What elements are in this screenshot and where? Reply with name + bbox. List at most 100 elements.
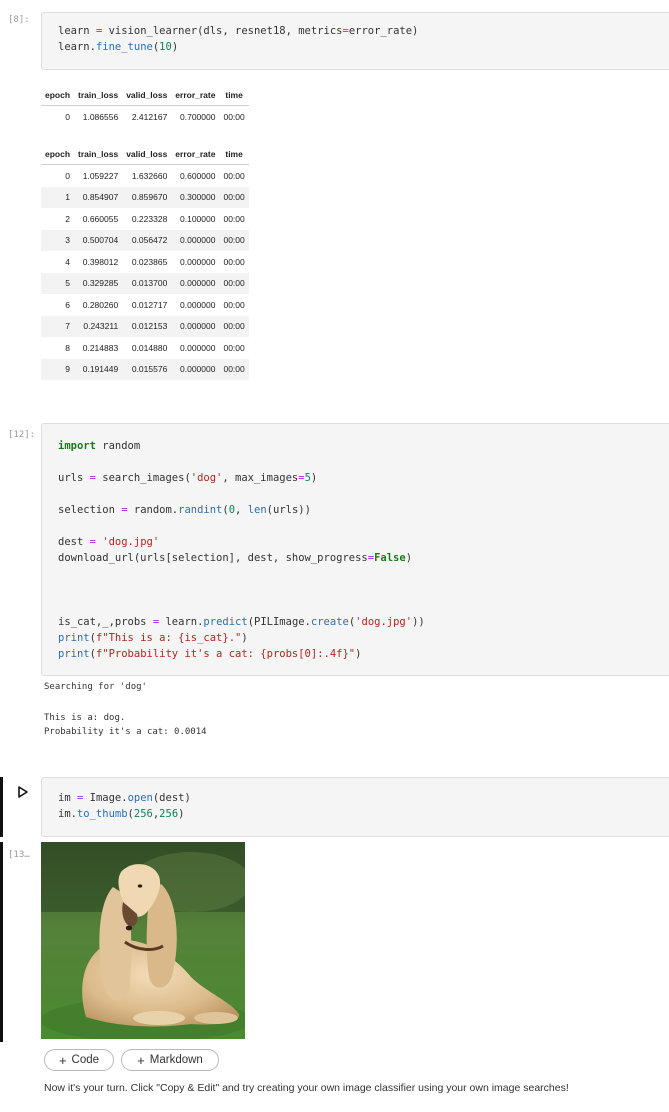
table-cell: 4: [65, 256, 71, 267]
output-text: Searching for 'dog': [44, 682, 147, 692]
table-cell: 0.223328: [131, 213, 168, 224]
table-cell: 0.000000: [171, 358, 220, 380]
table-cell: 00:00: [223, 213, 245, 224]
cell-prompt: [13…: [8, 850, 30, 860]
add-code-label: Code: [71, 1054, 100, 1066]
col-header: error_rate: [171, 144, 220, 165]
table-cell: 0.056472: [122, 229, 172, 251]
output-text: Probability it's a cat: 0.0014: [44, 727, 207, 737]
table-cell: 1.632660: [131, 170, 168, 181]
table-cell: 0.600000: [180, 170, 216, 181]
col-header: epoch: [41, 85, 75, 106]
add-markdown-label: Markdown: [149, 1054, 203, 1066]
table-cell: 0: [65, 170, 71, 181]
col-header: error_rate: [171, 85, 220, 106]
table-row: 7 0.243211 0.012153 0.000000 00:00: [41, 315, 249, 337]
code-line: download_url(urls[selection], dest, show…: [58, 552, 413, 564]
table-cell: 1.086556: [82, 111, 119, 122]
plus-icon: +: [58, 1052, 67, 1068]
code-cell-13[interactable]: im = Image.open(dest) im.to_thumb(256,25…: [41, 777, 669, 837]
table-row: 2 0.660055 0.223328 0.100000 00:00: [41, 208, 249, 230]
code-line: im = Image.open(dest): [58, 792, 191, 804]
table-cell: 0.000000: [171, 229, 220, 251]
table-cell: 00:00: [223, 170, 245, 181]
code-line: print(f"Probability it's a cat: {probs[0…: [58, 648, 362, 660]
active-output-indicator: [0, 842, 3, 1042]
table-cell: 00:00: [219, 229, 249, 251]
code-line: learn = vision_learner(dls, resnet18, me…: [58, 25, 419, 37]
table-cell: 0.014880: [131, 342, 168, 353]
table-cell: 00:00: [219, 272, 249, 294]
col-header: valid_loss: [122, 85, 172, 106]
table-cell: 00:00: [223, 256, 245, 267]
table-cell: 00:00: [219, 186, 249, 208]
table-cell: 0.243211: [74, 315, 123, 337]
table-cell: 0.700000: [180, 111, 216, 122]
code-line: learn.fine_tune(10): [58, 41, 179, 53]
table-cell: 0.000000: [171, 315, 220, 337]
code-line: print(f"This is a: {is_cat}."): [58, 632, 248, 644]
table-cell: 00:00: [223, 111, 245, 122]
cell-prompt: [8]:: [8, 15, 30, 25]
col-header: valid_loss: [122, 144, 172, 165]
table-cell: 7: [41, 315, 75, 337]
table-cell: 3: [41, 229, 75, 251]
table-cell: 0.012153: [122, 315, 172, 337]
table-row: 0 1.059227 1.632660 0.600000 00:00: [41, 165, 249, 187]
active-cell-indicator: [0, 777, 3, 837]
plus-icon: +: [137, 1052, 145, 1068]
table-cell: 0.000000: [171, 272, 220, 294]
code-cell-12[interactable]: import random urls = search_images('dog'…: [41, 423, 669, 676]
code-line: dest = 'dog.jpg': [58, 536, 160, 548]
table-cell: 0.191449: [74, 358, 123, 380]
code-line: import random: [58, 440, 141, 452]
table-row: 6 0.280260 0.012717 0.000000 00:00: [41, 294, 249, 316]
table-cell: 0.000000: [180, 299, 216, 310]
table-cell: 6: [65, 299, 71, 310]
col-header: time: [219, 85, 249, 106]
training-table-1: epoch train_loss valid_loss error_rate t…: [41, 85, 249, 128]
output-text: This is a: dog.: [44, 713, 126, 723]
table-row: 1 0.854907 0.859670 0.300000 00:00: [41, 186, 249, 208]
table-cell: 00:00: [223, 299, 245, 310]
table-cell: 1.059227: [82, 170, 119, 181]
table-cell: 0.013700: [122, 272, 172, 294]
table-cell: 0.214883: [82, 342, 119, 353]
table-cell: 0.300000: [171, 186, 220, 208]
table-cell: 0.859670: [122, 186, 172, 208]
dog-photo: [41, 842, 245, 1039]
table-row: 3 0.500704 0.056472 0.000000 00:00: [41, 229, 249, 251]
table-row: 4 0.398012 0.023865 0.000000 00:00: [41, 251, 249, 273]
table-cell: 0.398012: [82, 256, 119, 267]
table-cell: 5: [41, 272, 75, 294]
table-cell: 0.500704: [74, 229, 123, 251]
table-cell: 0: [65, 111, 71, 122]
table-cell: 2: [65, 213, 71, 224]
table-cell: 00:00: [223, 342, 245, 353]
add-markdown-button[interactable]: + Markdown: [121, 1049, 219, 1071]
code-line: selection = random.randint(0, len(urls)): [58, 504, 311, 516]
table-cell: 0.012717: [131, 299, 168, 310]
table-cell: 0.000000: [180, 342, 216, 353]
add-code-button[interactable]: + Code: [44, 1049, 114, 1071]
table-cell: 0.854907: [74, 186, 123, 208]
table-cell: 1: [41, 186, 75, 208]
table-cell: 2.412167: [131, 111, 168, 122]
cell-prompt: [12]:: [8, 430, 36, 440]
table-cell: 0.660055: [82, 213, 119, 224]
table-cell: 00:00: [219, 315, 249, 337]
training-table-2: epoch train_loss valid_loss error_rate t…: [41, 144, 249, 380]
table-row: 0 1.086556 2.412167 0.700000 00:00: [41, 106, 249, 128]
table-cell: 0.015576: [122, 358, 172, 380]
code-cell-8[interactable]: learn = vision_learner(dls, resnet18, me…: [41, 12, 669, 70]
table-cell: 0.023865: [131, 256, 168, 267]
table-cell: 0.280260: [82, 299, 119, 310]
play-icon[interactable]: [16, 784, 30, 798]
table-cell: 9: [41, 358, 75, 380]
table-cell: 0.329285: [74, 272, 123, 294]
col-header: train_loss: [74, 85, 123, 106]
table-cell: 0.000000: [180, 256, 216, 267]
code-line: is_cat,_,probs = learn.predict(PILImage.…: [58, 616, 425, 628]
footer-markdown-text: Now it's your turn. Click "Copy & Edit" …: [44, 1082, 569, 1094]
table-row: 9 0.191449 0.015576 0.000000 00:00: [41, 358, 249, 380]
